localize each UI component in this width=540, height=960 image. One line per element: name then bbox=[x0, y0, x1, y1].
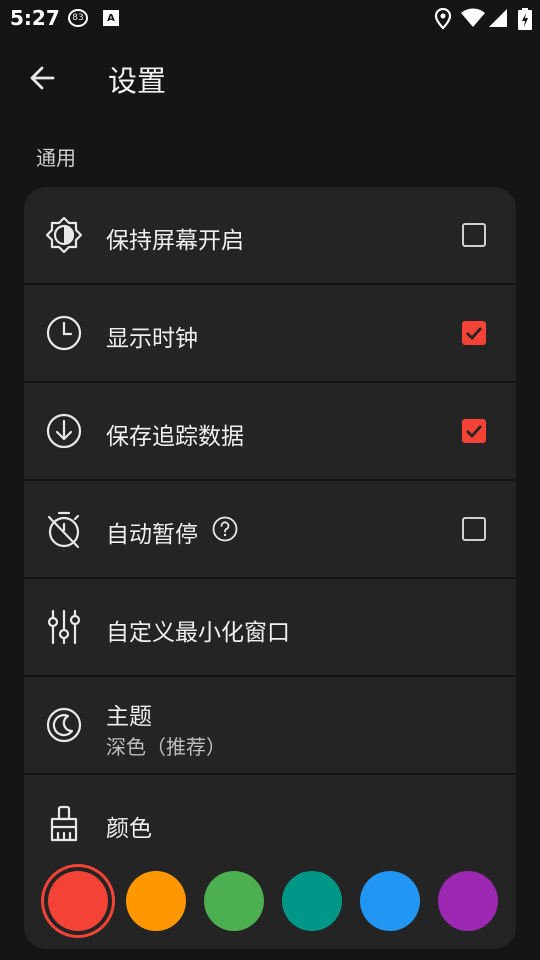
app-bar: 设置 bbox=[0, 40, 540, 116]
page-title: 设置 bbox=[108, 64, 167, 98]
setting-show-clock[interactable]: 显示时钟 bbox=[24, 285, 516, 381]
section-header: 通用 bbox=[36, 146, 76, 170]
setting-label: 保存追踪数据 bbox=[106, 424, 244, 450]
save-tracking-data-checkbox[interactable] bbox=[462, 419, 486, 443]
status-bar: 5:27 83 A bbox=[0, 0, 540, 36]
setting-label: 自定义最小化窗口 bbox=[106, 620, 290, 646]
clock-icon bbox=[46, 315, 82, 351]
checkmark-icon bbox=[466, 327, 483, 341]
sliders-icon bbox=[47, 609, 81, 645]
battery-icon bbox=[518, 8, 532, 30]
moon-icon bbox=[46, 707, 82, 743]
color-swatch[interactable] bbox=[438, 871, 498, 931]
setting-label: 显示时钟 bbox=[106, 326, 198, 352]
timer-off-icon bbox=[47, 511, 80, 549]
setting-label: 颜色 bbox=[106, 816, 152, 842]
color-swatch[interactable] bbox=[126, 871, 186, 931]
setting-sublabel: 深色（推荐） bbox=[106, 735, 226, 759]
color-swatch[interactable] bbox=[282, 871, 342, 931]
checkmark-icon bbox=[466, 425, 483, 439]
setting-color: 颜色 bbox=[24, 775, 516, 949]
show-clock-checkbox[interactable] bbox=[462, 321, 486, 345]
setting-customize-minimized-window[interactable]: 自定义最小化窗口 bbox=[24, 579, 516, 675]
auto-pause-checkbox[interactable] bbox=[462, 517, 486, 541]
color-swatch[interactable] bbox=[48, 871, 108, 931]
signal-icon bbox=[489, 9, 507, 27]
setting-keep-screen-on[interactable]: 保持屏幕开启 bbox=[24, 187, 516, 283]
download-icon bbox=[46, 413, 82, 449]
keyboard-icon: A bbox=[103, 10, 119, 26]
color-swatch[interactable] bbox=[360, 871, 420, 931]
setting-label: 主题 bbox=[106, 704, 152, 730]
setting-theme[interactable]: 主题 深色（推荐） bbox=[24, 677, 516, 773]
brightness-icon bbox=[45, 216, 83, 254]
arrow-back-icon bbox=[30, 66, 55, 90]
notification-badge-icon: 83 bbox=[68, 9, 88, 27]
back-button[interactable] bbox=[22, 58, 62, 98]
color-swatch[interactable] bbox=[204, 871, 264, 931]
setting-label: 自动暂停 bbox=[106, 522, 198, 548]
brush-icon bbox=[50, 805, 78, 842]
status-time: 5:27 bbox=[10, 6, 60, 30]
wifi-icon bbox=[461, 8, 485, 27]
setting-label: 保持屏幕开启 bbox=[106, 228, 244, 254]
location-icon bbox=[434, 8, 452, 30]
help-icon[interactable] bbox=[212, 516, 238, 542]
setting-auto-pause[interactable]: 自动暂停 bbox=[24, 481, 516, 577]
keep-screen-on-checkbox[interactable] bbox=[462, 223, 486, 247]
setting-save-tracking-data[interactable]: 保存追踪数据 bbox=[24, 383, 516, 479]
settings-card: 保持屏幕开启 显示时钟 保存追踪数据 自动暂停 自定义最小化窗口 主题 深色（推… bbox=[24, 187, 516, 949]
